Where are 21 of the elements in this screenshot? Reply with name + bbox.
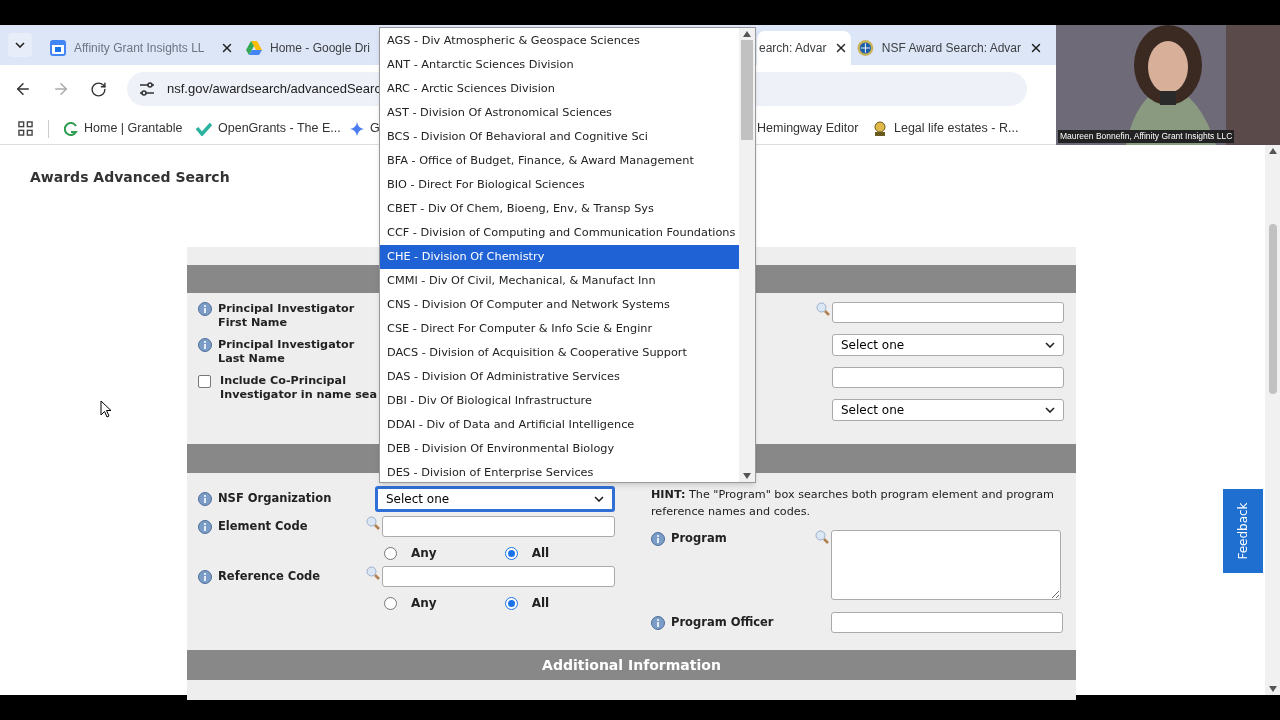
field-label: Element Code	[218, 518, 308, 535]
url-text: nsf.gov/awardsearch/advancedSearc	[167, 80, 381, 99]
section-title: Additional Information	[542, 655, 721, 675]
field-label: Include Co-Principal Investigator in name sea	[219, 374, 377, 402]
tab-title: Affinity Grant Insights LL	[74, 40, 205, 57]
tab-title: NSF Award Search: Advar	[881, 40, 1021, 57]
field-label: Principal Investigator Last Name	[218, 338, 356, 366]
field-label: Program	[671, 530, 727, 547]
hint-text: HINT: The "Program" box searches both program element and program reference names and codes.	[651, 487, 1055, 520]
field-label: Program Officer	[671, 613, 774, 631]
field-label: NSF Organization	[218, 490, 332, 508]
radio-label: All	[531, 545, 550, 562]
radio-label: All	[531, 595, 550, 612]
field-label: Principal Investigator First Name	[218, 302, 356, 330]
tab-title: earch: Advar	[759, 40, 827, 57]
field-label: Reference Code	[218, 568, 321, 585]
tab-title: Home - Google Dri	[270, 40, 371, 57]
video-caption: Maureen Bonnefin, Affinity Grant Insights LLC	[1058, 130, 1235, 143]
radio-label: Any	[411, 545, 437, 562]
page-title: Awards Advanced Search	[30, 169, 230, 185]
radio-label: Any	[411, 595, 437, 612]
